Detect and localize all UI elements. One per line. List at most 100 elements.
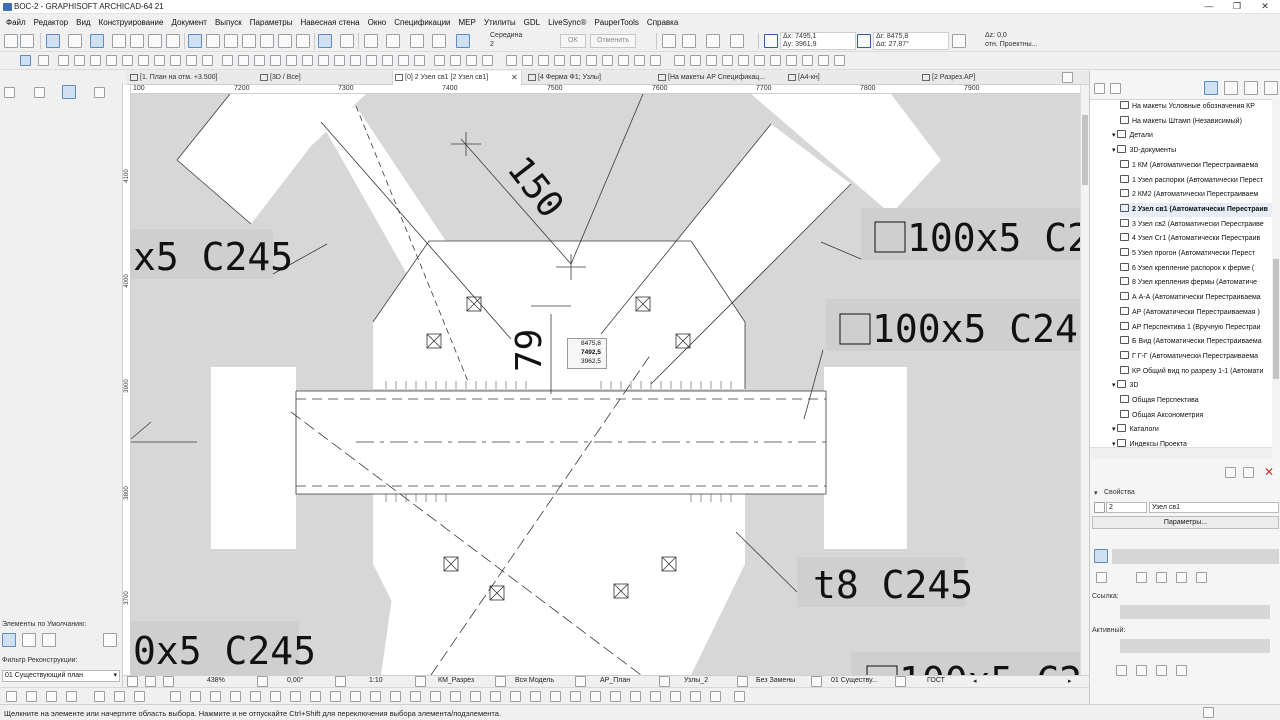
stair-icon[interactable]	[122, 55, 133, 66]
frame-icon[interactable]	[682, 34, 696, 48]
prop-h-icon[interactable]	[1156, 665, 1167, 676]
navigator-item[interactable]: ▾ Индексы Проекта	[1112, 438, 1187, 447]
tool-q-icon[interactable]	[350, 691, 361, 702]
model-view-icon[interactable]	[495, 676, 506, 687]
rectangle-select-icon[interactable]	[410, 34, 424, 48]
adjust-tool-icon[interactable]	[770, 55, 781, 66]
tool-aa-icon[interactable]	[550, 691, 561, 702]
snap-grid-icon[interactable]	[90, 34, 104, 48]
navigator-item[interactable]: ▾ 3D	[1112, 379, 1138, 393]
scroll-thumb[interactable]	[1082, 115, 1088, 185]
navigator-item[interactable]: 5 Узел прогон (Автоматически Перест	[1120, 247, 1255, 261]
undo-view-icon[interactable]	[127, 676, 138, 687]
navigator-item[interactable]: 2 Узел св1 (Автоматически Перестраив	[1120, 202, 1272, 217]
tool-ai-icon[interactable]	[710, 691, 721, 702]
skylight-icon[interactable]	[186, 55, 197, 66]
navigator-item[interactable]: Б Вид (Автоматически Перестраиваема	[1120, 335, 1262, 349]
menu-view[interactable]: Вид	[72, 18, 94, 27]
menu-curtain-wall[interactable]: Навесная стена	[296, 18, 363, 27]
tool-ac-icon[interactable]	[590, 691, 601, 702]
pan-icon[interactable]	[432, 34, 446, 48]
tab-node-sv1[interactable]: [0] 2 Узел св1 [2 Узел св1]	[392, 71, 522, 85]
curtain-wall-icon[interactable]	[202, 55, 213, 66]
layer-combination[interactable]: КМ_Разрез	[438, 677, 474, 684]
morph-icon[interactable]	[334, 55, 345, 66]
drag-icon[interactable]	[206, 34, 220, 48]
close-tab-icon[interactable]: ✕	[511, 73, 518, 82]
prop-a-icon[interactable]	[1096, 572, 1107, 583]
navigator-item[interactable]: На макеты Условные обозначения КР	[1120, 100, 1255, 114]
text-icon[interactable]	[466, 55, 477, 66]
beam-icon[interactable]	[90, 55, 101, 66]
navigator-item[interactable]: А А-А (Автоматически Перестраиваема	[1120, 291, 1261, 305]
menu-paupertools[interactable]: PauperTools	[590, 18, 642, 27]
navigator-item[interactable]: АР Перспектива 1 (Вручную Перестраи	[1120, 321, 1261, 335]
tool-p-icon[interactable]	[330, 691, 341, 702]
coordinate-polar-field[interactable]: Δr: 8475,8 Δα: 27,87°	[873, 32, 949, 50]
tool-d-icon[interactable]	[66, 691, 77, 702]
tab-section[interactable]: [2 Разрез.АР]	[920, 71, 1052, 85]
plus-icon[interactable]	[730, 34, 744, 48]
navigator-item[interactable]: ▾ Каталоги	[1112, 423, 1159, 437]
maximize-button[interactable]: ❐	[1223, 0, 1251, 14]
navigator-item[interactable]: Общая Аксонометрия	[1120, 409, 1203, 423]
override-icon[interactable]	[737, 676, 748, 687]
spline-icon[interactable]	[586, 55, 597, 66]
figure-icon[interactable]	[634, 55, 645, 66]
tool-af-icon[interactable]	[650, 691, 661, 702]
layer-icon[interactable]	[46, 34, 60, 48]
orientation-angle[interactable]: 0,00°	[287, 677, 303, 684]
delete-icon[interactable]: ✕	[1264, 465, 1274, 479]
line-icon[interactable]	[522, 55, 533, 66]
defaults-settings-icon[interactable]	[103, 633, 117, 647]
layout-book-icon[interactable]	[1244, 81, 1258, 95]
tool-z-icon[interactable]	[530, 691, 541, 702]
menu-document[interactable]: Документ	[167, 18, 211, 27]
model-view-option[interactable]: Вся Модель	[515, 677, 554, 684]
trim-icon[interactable]	[130, 34, 144, 48]
tab-layouts-spec[interactable]: [На макеты АР Спецификац...	[656, 71, 784, 85]
arrow-select-icon[interactable]	[318, 34, 332, 48]
rotate-icon[interactable]	[224, 34, 238, 48]
prop-e-icon[interactable]	[1196, 572, 1207, 583]
project-map-icon[interactable]	[1204, 81, 1218, 95]
marquee-icon[interactable]	[340, 34, 354, 48]
tab-plan[interactable]: [1. План на отм. +3.500]	[128, 71, 256, 85]
zoom-out-icon[interactable]	[163, 676, 174, 687]
tool-ag-icon[interactable]	[670, 691, 681, 702]
menu-gdl[interactable]: GDL	[520, 18, 544, 27]
preview-select[interactable]	[1112, 549, 1279, 564]
standard-value[interactable]: ГОСТ	[927, 677, 945, 684]
adjust-icon[interactable]	[166, 34, 180, 48]
wall-icon[interactable]	[58, 55, 69, 66]
door-icon[interactable]	[222, 55, 233, 66]
object-icon[interactable]	[270, 55, 281, 66]
navigator-item[interactable]: 6 Узел крепление распорок к ферме (	[1120, 262, 1254, 276]
camera-icon[interactable]	[650, 55, 661, 66]
navigator-item[interactable]: КР Общий вид по разрезу 1-1 (Автомати	[1120, 365, 1263, 379]
circle-icon[interactable]	[554, 55, 565, 66]
dimension-style-icon[interactable]	[659, 676, 670, 687]
corner-window-icon[interactable]	[254, 55, 265, 66]
shell-icon[interactable]	[170, 55, 181, 66]
tool-l-icon[interactable]	[250, 691, 261, 702]
tool-m-icon[interactable]	[270, 691, 281, 702]
navigator-item[interactable]: 1 КМ (Автоматически Перестраиваема	[1120, 159, 1258, 173]
tool-n-icon[interactable]	[290, 691, 301, 702]
navigator-item[interactable]: Г Г-Г (Автоматически Перестраиваема	[1120, 350, 1258, 364]
settings-gear-icon[interactable]	[834, 55, 845, 66]
tool-aj-icon[interactable]	[734, 691, 745, 702]
menu-options[interactable]: Параметры	[246, 18, 297, 27]
checkmark-icon[interactable]	[364, 34, 378, 48]
navigator-item[interactable]: Общая Перспектива	[1120, 394, 1199, 408]
coordinate-xy-field[interactable]: Δx: 7495,1 Δy: 3961,9	[780, 32, 856, 50]
publisher-icon[interactable]	[1264, 81, 1278, 95]
scroll-left-icon[interactable]: ◂	[973, 677, 977, 685]
zone-icon[interactable]	[302, 55, 313, 66]
tool-r-icon[interactable]	[370, 691, 381, 702]
reference-level[interactable]: отн. Проектны...	[985, 41, 1038, 48]
prop-g-icon[interactable]	[1136, 665, 1147, 676]
undo-icon[interactable]	[4, 34, 18, 48]
interior-elevation-icon[interactable]	[382, 55, 393, 66]
tool-g-icon[interactable]	[134, 691, 145, 702]
